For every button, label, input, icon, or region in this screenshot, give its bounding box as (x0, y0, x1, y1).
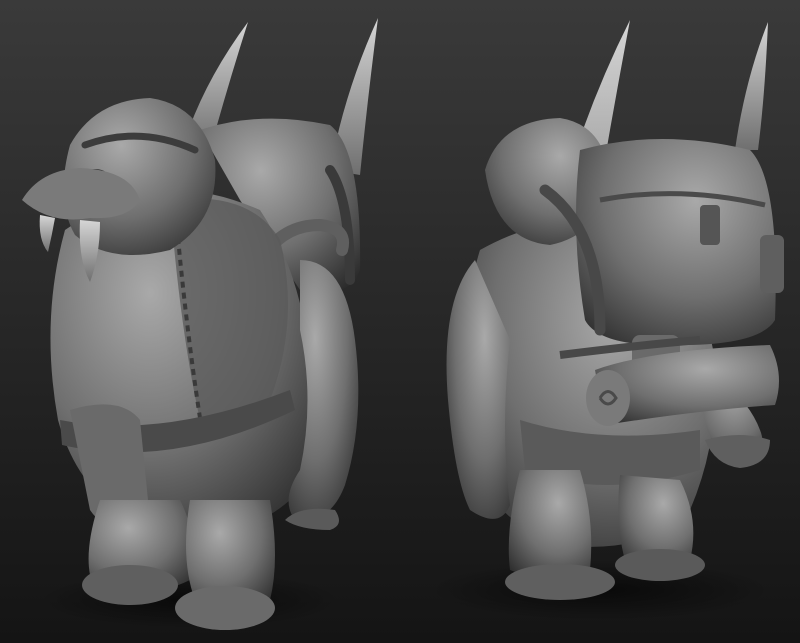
render-viewport (0, 0, 800, 643)
back-left-foot (505, 564, 615, 600)
front-left-foot (82, 565, 178, 605)
sculpt-render-canvas (0, 0, 800, 643)
front-right-foot (175, 586, 275, 630)
back-right-pouch (760, 235, 784, 293)
back-bedroll-end (586, 370, 630, 426)
back-right-foot (615, 549, 705, 581)
back-left-leg (508, 470, 592, 580)
back-backpack-buckle (700, 205, 720, 245)
back-backpack (576, 139, 776, 346)
